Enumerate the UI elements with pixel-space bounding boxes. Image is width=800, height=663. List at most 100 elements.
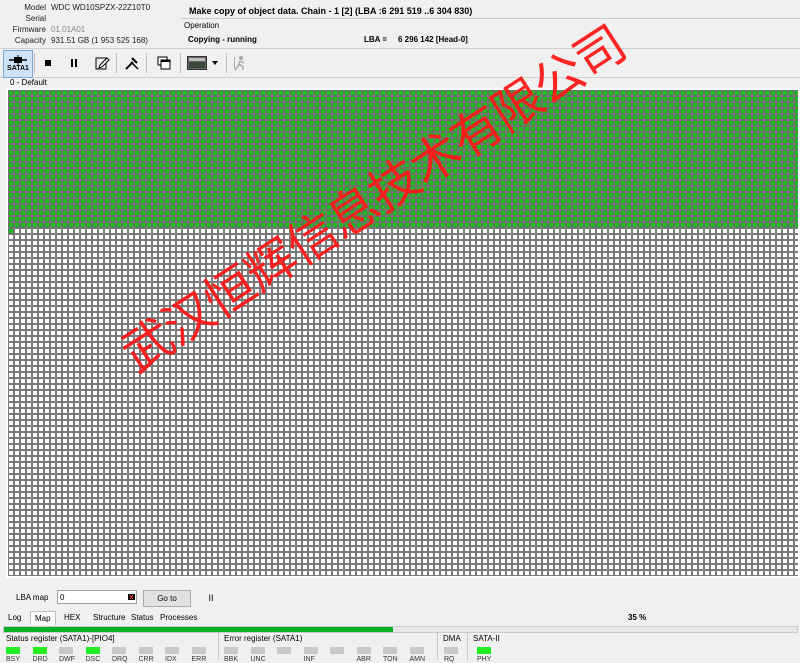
map-block xyxy=(759,271,764,276)
screen-thumbnail-button[interactable] xyxy=(186,51,208,75)
map-block xyxy=(507,283,512,288)
map-block xyxy=(9,223,14,228)
map-block xyxy=(153,115,158,120)
map-block xyxy=(699,223,704,228)
map-block xyxy=(531,229,536,234)
map-block xyxy=(75,181,80,186)
map-block xyxy=(561,241,566,246)
map-block xyxy=(303,313,308,318)
map-block xyxy=(669,307,674,312)
map-block xyxy=(783,229,788,234)
map-block xyxy=(63,217,68,222)
map-block xyxy=(453,193,458,198)
map-block xyxy=(345,295,350,300)
map-block xyxy=(75,169,80,174)
map-block xyxy=(177,151,182,156)
map-block xyxy=(411,259,416,264)
map-block xyxy=(291,181,296,186)
map-block xyxy=(735,247,740,252)
map-block xyxy=(591,97,596,102)
map-block xyxy=(255,115,260,120)
map-block xyxy=(621,307,626,312)
map-block xyxy=(117,289,122,294)
map-block xyxy=(687,109,692,114)
map-block xyxy=(315,91,320,96)
map-block xyxy=(249,187,254,192)
map-block xyxy=(69,139,74,144)
map-block xyxy=(597,139,602,144)
map-block xyxy=(195,133,200,138)
exit-button[interactable] xyxy=(228,51,252,75)
map-block xyxy=(759,187,764,192)
map-block xyxy=(591,301,596,306)
map-block xyxy=(531,217,536,222)
map-block xyxy=(75,157,80,162)
map-block xyxy=(393,109,398,114)
map-block xyxy=(651,211,656,216)
map-block xyxy=(165,247,170,252)
map-block xyxy=(141,169,146,174)
screen-dropdown-button[interactable] xyxy=(208,51,222,75)
map-block xyxy=(309,91,314,96)
sata-port-button[interactable]: SATA1 xyxy=(3,50,33,78)
map-block xyxy=(753,91,758,96)
map-block xyxy=(555,205,560,210)
tools-button[interactable] xyxy=(120,51,144,75)
map-block xyxy=(33,115,38,120)
map-block xyxy=(399,103,404,108)
map-block xyxy=(705,295,710,300)
map-block xyxy=(21,295,26,300)
map-block xyxy=(717,181,722,186)
map-block xyxy=(699,295,704,300)
map-block xyxy=(741,295,746,300)
map-block xyxy=(507,169,512,174)
map-block xyxy=(573,151,578,156)
map-block xyxy=(795,145,799,150)
operation-state: Copying - running xyxy=(188,35,257,44)
map-block xyxy=(189,199,194,204)
map-block xyxy=(759,169,764,174)
sata-port-icon xyxy=(8,55,28,65)
stop-button[interactable] xyxy=(36,51,60,75)
map-block xyxy=(765,241,770,246)
edit-button[interactable] xyxy=(90,51,114,75)
map-block xyxy=(501,265,506,270)
map-block xyxy=(375,241,380,246)
map-block xyxy=(111,307,116,312)
map-block xyxy=(729,169,734,174)
map-block xyxy=(303,163,308,168)
map-block xyxy=(39,283,44,288)
map-block xyxy=(627,145,632,150)
map-block xyxy=(327,133,332,138)
map-block xyxy=(129,145,134,150)
map-block xyxy=(669,145,674,150)
map-block xyxy=(555,277,560,282)
map-block xyxy=(27,181,32,186)
map-block xyxy=(435,259,440,264)
map-block xyxy=(51,109,56,114)
map-block xyxy=(405,301,410,306)
map-block xyxy=(711,229,716,234)
map-block xyxy=(729,283,734,288)
copy-windows-button[interactable] xyxy=(152,51,176,75)
map-block xyxy=(687,301,692,306)
map-block xyxy=(231,145,236,150)
map-block xyxy=(741,103,746,108)
map-block xyxy=(225,187,230,192)
map-block xyxy=(165,127,170,132)
map-block xyxy=(171,253,176,258)
map-block xyxy=(57,181,62,186)
map-block xyxy=(555,295,560,300)
map-block xyxy=(471,181,476,186)
pause-button[interactable] xyxy=(62,51,86,75)
map-block xyxy=(723,301,728,306)
map-block xyxy=(447,307,452,312)
map-block xyxy=(207,193,212,198)
map-block xyxy=(129,277,134,282)
map-block xyxy=(87,271,92,276)
map-block xyxy=(315,145,320,150)
map-block xyxy=(783,115,788,120)
map-block xyxy=(153,223,158,228)
map-block xyxy=(69,229,74,234)
map-block xyxy=(489,295,494,300)
